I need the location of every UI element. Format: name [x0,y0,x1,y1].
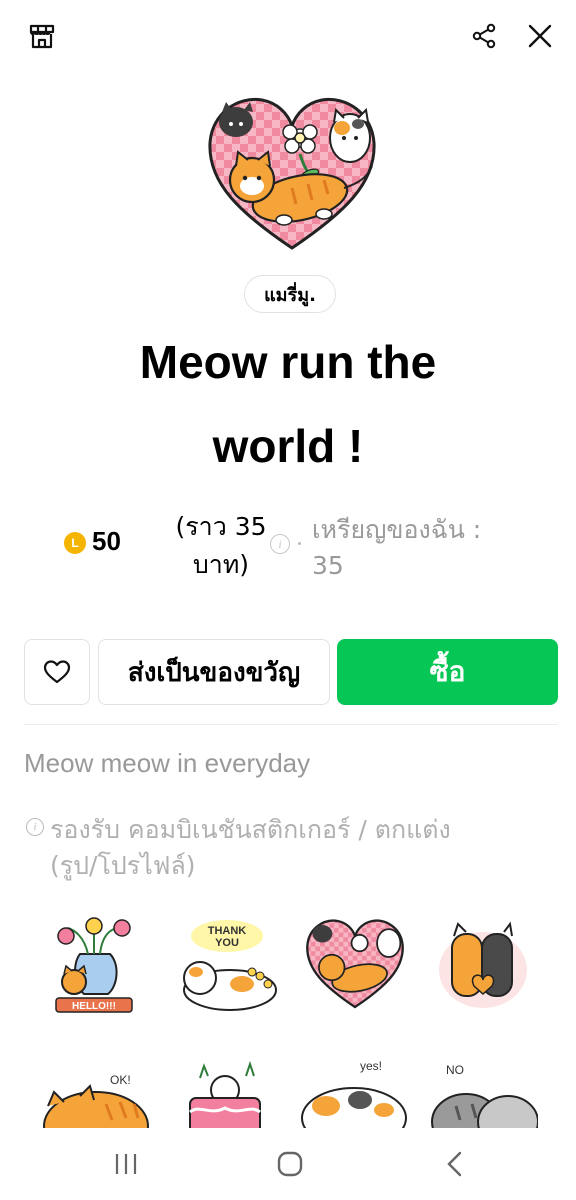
sticker-text-no: NO [446,1063,464,1077]
home-icon[interactable] [250,1128,330,1200]
author-badge[interactable]: แมรี่มู. [244,275,336,313]
shop-icon[interactable] [24,18,60,54]
sticker-item-heart[interactable] [300,914,420,1024]
support-line-2: (รูป/โปรไฟล์) [50,851,196,880]
sticker-item-yes[interactable]: yes! [298,1054,418,1130]
sticker-text-hello: HELLO!!! [72,1001,116,1012]
heart-outline-icon [43,660,71,684]
divider [24,724,558,725]
price-approx-baht: (ราว 35 บาท) [172,508,270,584]
sticker-text-thank: THANK [208,925,247,937]
sticker-item-hello[interactable]: HELLO!!! [44,914,164,1024]
support-line-1: รองรับ คอมบิเนชันสติกเกอร์ / ตกแต่ง [50,815,451,844]
sticker-text-ok: OK! [110,1073,131,1087]
my-coins-value: 35 [312,551,344,580]
action-buttons: ส่งเป็นของขวัญ ซื้อ [24,639,558,705]
sticker-grid: HELLO!!! THANK YOU OK! yes! NO [24,908,558,1130]
my-coins-label: เหรียญของฉัน : [312,515,482,544]
close-icon[interactable] [522,18,558,54]
price-row: L 50 (ราว 35 บาท) i เหรียญของฉัน : 35 [0,508,576,588]
sticker-item-ok[interactable]: OK! [40,1066,160,1130]
support-note: i รองรับ คอมบิเนชันสติกเกอร์ / ตกแต่ง (ร… [24,812,544,884]
share-icon[interactable] [466,18,502,54]
sticker-description: Meow meow in everyday [24,748,311,778]
coin-icon: L [64,532,86,554]
sticker-item-two-cats[interactable] [428,914,548,1024]
system-navigation-bar [0,1128,576,1200]
price-approx-line-1: (ราว 35 [175,512,267,541]
favorite-button[interactable] [24,639,90,705]
sticker-text-you: YOU [215,937,239,949]
my-coins: เหรียญของฉัน : 35 [312,512,522,584]
sticker-title-line-1: Meow run the [139,336,437,388]
send-gift-button[interactable]: ส่งเป็นของขวัญ [98,639,330,705]
sticker-title: Meow run the world ! [40,320,536,488]
buy-button[interactable]: ซื้อ [337,639,558,705]
recent-apps-icon[interactable] [86,1128,166,1200]
info-icon[interactable]: i [270,534,290,554]
info-icon: i [26,818,44,836]
separator-dot [298,542,301,545]
sticker-main-image [200,88,384,260]
sticker-item-no[interactable]: NO [428,1056,548,1130]
price-coins: 50 [92,526,121,556]
back-icon[interactable] [414,1128,494,1200]
top-bar [0,0,576,72]
sticker-title-line-2: world ! [212,420,364,472]
sticker-item-thank-you[interactable]: THANK YOU [172,914,292,1024]
sticker-text-yes: yes! [360,1059,382,1073]
sticker-item-cake[interactable] [180,1056,300,1130]
price-approx-line-2: บาท) [192,550,250,579]
author-name: แมรี่มู. [264,284,316,306]
